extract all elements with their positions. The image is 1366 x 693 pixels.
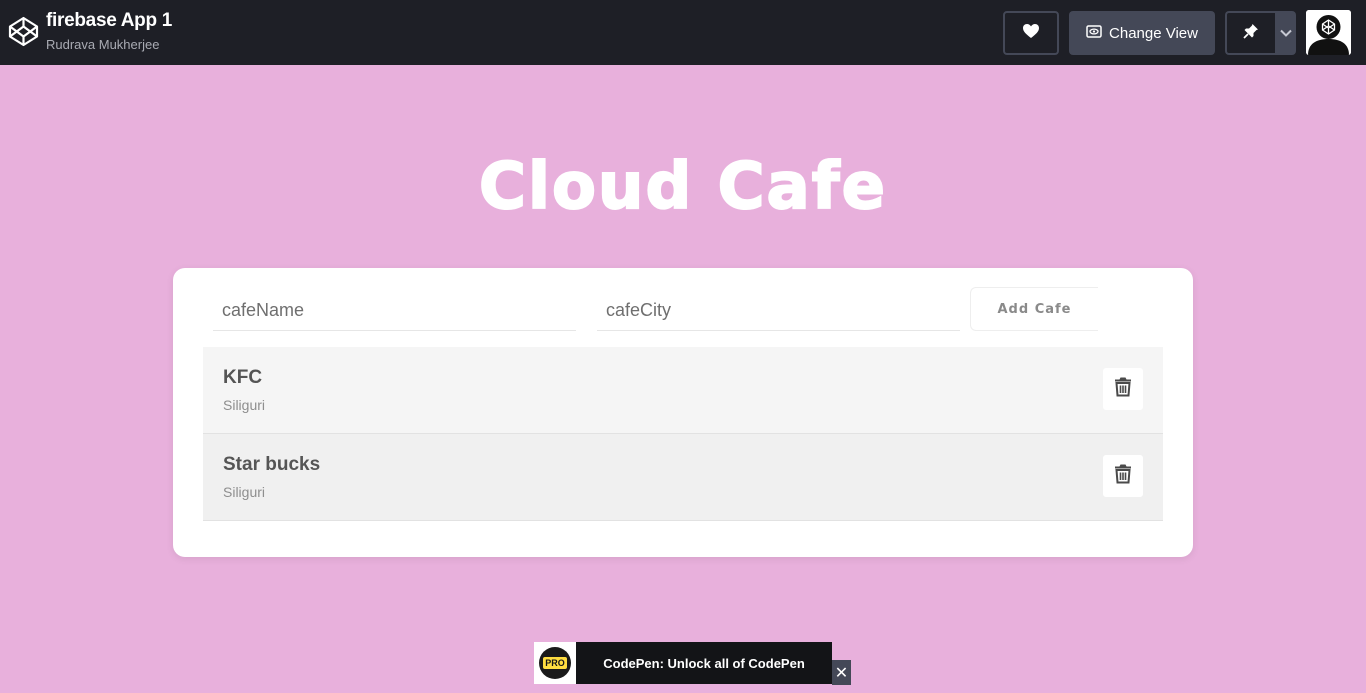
like-button[interactable]	[1003, 11, 1059, 55]
pin-button[interactable]	[1225, 11, 1275, 55]
user-avatar[interactable]	[1306, 10, 1351, 55]
delete-cafe-button[interactable]	[1103, 455, 1143, 497]
trash-icon	[1114, 463, 1132, 489]
change-view-label: Change View	[1109, 24, 1198, 42]
pro-badge-icon: PRO	[534, 642, 576, 684]
cafe-list: KFC Siliguri Star bucks Siliguri	[203, 347, 1163, 521]
trash-icon	[1114, 376, 1132, 402]
promo-text: CodePen: Unlock all of CodePen	[603, 655, 805, 671]
app-title: Cloud Cafe	[478, 149, 887, 225]
cafe-city: Siliguri	[223, 397, 266, 413]
pin-menu-button[interactable]	[1275, 11, 1296, 55]
codepen-pro-banner[interactable]: PRO CodePen: Unlock all of CodePen	[534, 642, 832, 684]
cafe-list-item: Star bucks Siliguri	[203, 434, 1163, 521]
codepen-header: firebase App 1 Rudrava Mukherjee Change …	[0, 0, 1366, 65]
change-view-button[interactable]: Change View	[1069, 11, 1215, 55]
pro-badge-label: PRO	[543, 657, 567, 669]
cafe-name: Star bucks	[223, 454, 321, 475]
pen-title[interactable]: firebase App 1	[46, 10, 172, 32]
cafe-city: Siliguri	[223, 484, 266, 500]
chevron-down-icon	[1279, 24, 1292, 42]
pin-icon	[1243, 23, 1259, 44]
eye-icon	[1086, 24, 1102, 42]
pen-author-link[interactable]: Rudrava Mukherjee	[46, 37, 159, 52]
add-cafe-button[interactable]: Add Cafe	[970, 287, 1098, 331]
cafe-city-input[interactable]	[597, 290, 960, 331]
cafe-list-item: KFC Siliguri	[203, 347, 1163, 434]
close-icon[interactable]: ✕	[832, 660, 851, 685]
heart-icon	[1022, 23, 1040, 44]
cafe-name: KFC	[223, 367, 263, 388]
codepen-logo-icon[interactable]	[8, 16, 39, 47]
cafe-name-input[interactable]	[213, 290, 576, 331]
delete-cafe-button[interactable]	[1103, 368, 1143, 410]
